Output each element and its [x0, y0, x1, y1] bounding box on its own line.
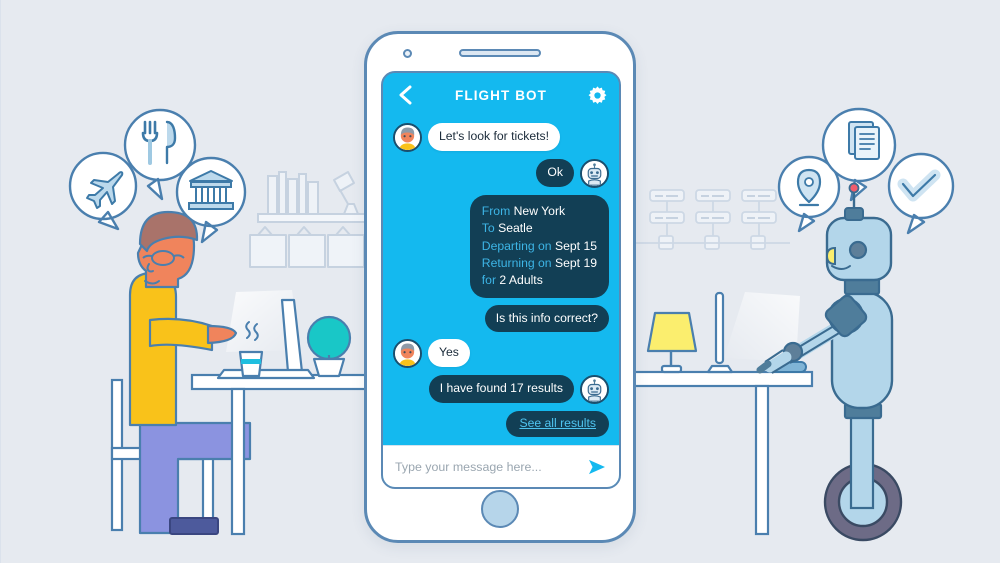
chat-header: FLIGHT BOT — [383, 73, 619, 117]
flight-details-bubble: From New York To Seatle Departing on Sep… — [469, 195, 609, 298]
back-button[interactable] — [393, 83, 417, 107]
message-composer — [383, 445, 619, 487]
detail-value: Seatle — [498, 221, 533, 236]
home-button[interactable] — [481, 490, 519, 528]
bot-avatar — [580, 375, 609, 405]
see-all-results-label: See all results — [519, 416, 596, 431]
settings-button[interactable] — [585, 83, 609, 107]
send-paper-plane-icon — [589, 459, 605, 474]
page-title: FLIGHT BOT — [455, 87, 547, 103]
robot-sensor — [848, 240, 868, 260]
detail-keyword: Departing on — [481, 238, 552, 253]
chat-bubble: Yes — [428, 339, 470, 367]
robot-eye — [825, 246, 836, 266]
message-row: Let's look for tickets! — [393, 123, 609, 152]
user-avatar — [393, 123, 422, 152]
see-all-results-button[interactable]: See all results — [506, 411, 609, 437]
user-avatar — [393, 339, 422, 369]
robot-post — [849, 410, 875, 510]
message-list: Let's look for tickets! Ok From New York… — [383, 117, 619, 445]
message-row: See all results — [393, 411, 609, 437]
detail-keyword: Returning on — [481, 255, 552, 270]
chat-screen: FLIGHT BOT Let's look for tickets! Ok Fr… — [381, 71, 621, 489]
detail-value: Sept 15 — [554, 238, 597, 253]
detail-line: Returning on Sept 19 — [482, 255, 597, 272]
smartphone: FLIGHT BOT Let's look for tickets! Ok Fr… — [364, 31, 636, 543]
message-row: Ok — [393, 159, 609, 188]
earpiece-speaker — [459, 49, 541, 57]
detail-value: Sept 19 — [554, 255, 597, 270]
send-button[interactable] — [587, 457, 607, 477]
chat-bubble: Is this info correct? — [484, 304, 609, 333]
message-row: From New York To Seatle Departing on Sep… — [393, 195, 609, 298]
detail-keyword: To — [481, 221, 495, 236]
message-input[interactable] — [395, 459, 587, 474]
chat-bubble: Ok — [536, 159, 574, 187]
detail-line: Departing on Sept 15 — [482, 238, 597, 255]
bot-avatar — [580, 159, 609, 188]
gear-icon — [588, 85, 606, 104]
chat-bubble: Let's look for tickets! — [428, 123, 561, 151]
detail-line: To Seatle — [482, 220, 597, 237]
detail-value: New York — [513, 204, 566, 218]
front-camera — [403, 49, 412, 58]
message-row: Is this info correct? — [393, 304, 609, 333]
detail-keyword: for — [481, 273, 497, 288]
illustration-stage: FLIGHT BOT Let's look for tickets! Ok Fr… — [0, 0, 1000, 563]
detail-value: 2 Adults — [499, 273, 543, 288]
chat-bubble: I have found 17 results — [428, 375, 574, 403]
message-row: I have found 17 results — [393, 375, 609, 405]
message-row: Yes — [393, 339, 609, 369]
detail-keyword: From — [481, 204, 511, 218]
chevron-left-icon — [399, 85, 412, 105]
document-icon — [848, 121, 880, 160]
detail-line: From New York — [482, 203, 597, 220]
detail-line: for 2 Adults — [482, 272, 597, 289]
